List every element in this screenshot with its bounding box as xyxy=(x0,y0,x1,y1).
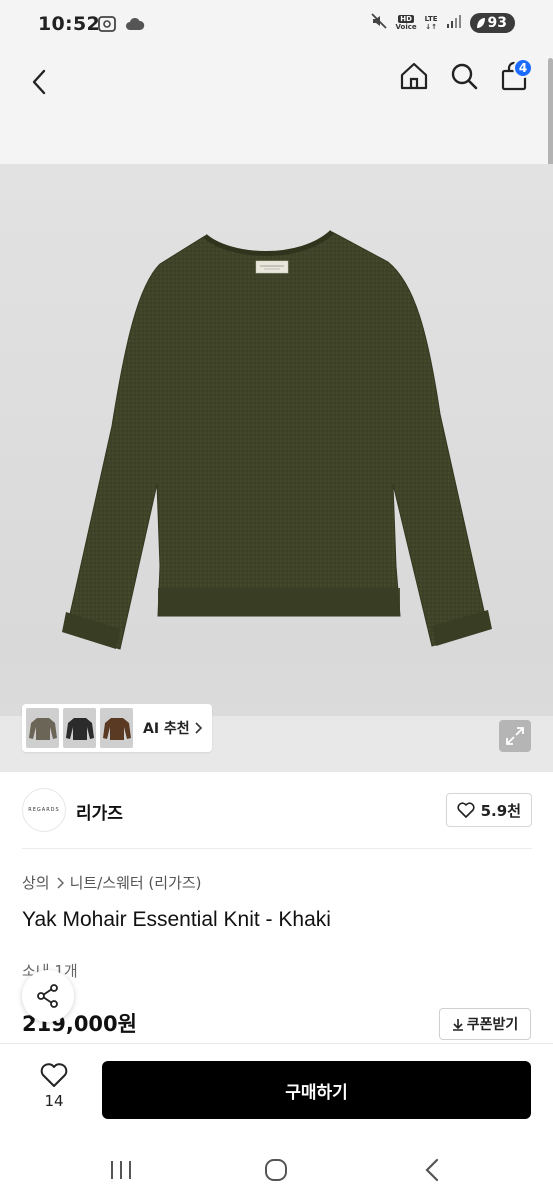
chevron-right-icon xyxy=(57,876,64,889)
expand-icon xyxy=(506,727,524,745)
coupon-label: 쿠폰받기 xyxy=(466,1017,519,1033)
back-nav-icon xyxy=(425,1158,439,1182)
chevron-right-icon xyxy=(195,722,202,734)
product-image[interactable]: AI 추천 xyxy=(0,164,553,772)
recommendation-strip[interactable]: AI 추천 xyxy=(22,704,212,752)
search-button[interactable] xyxy=(445,54,483,98)
brand-like-count: 5.9천 xyxy=(480,801,521,820)
home-nav-button[interactable] xyxy=(256,1155,296,1185)
recent-apps-button[interactable] xyxy=(101,1155,141,1185)
ai-recommend-link[interactable]: AI 추천 xyxy=(137,718,208,738)
hd-voice-badge: HD Voice xyxy=(395,15,417,31)
leaf-icon xyxy=(476,18,485,28)
brand-name[interactable]: 리가즈 xyxy=(76,799,123,824)
cart-button[interactable]: 4 xyxy=(495,54,533,98)
coupon-button[interactable]: 쿠폰받기 xyxy=(439,1008,531,1040)
brand-logo[interactable]: REGARDS xyxy=(22,788,66,832)
cloud-icon xyxy=(125,16,145,36)
home-icon xyxy=(400,62,428,90)
recent-apps-icon xyxy=(111,1161,131,1179)
screenshot-icon xyxy=(97,14,117,38)
breadcrumb: 상의 니트/스웨터 (리가즈) xyxy=(22,872,202,893)
scrollbar-thumb[interactable] xyxy=(548,58,553,166)
home-nav-icon xyxy=(265,1159,287,1181)
lte-badge: LTE ↓↑ xyxy=(424,15,438,31)
status-left-icons xyxy=(97,14,145,38)
purchase-bar: 14 구매하기 xyxy=(0,1043,553,1135)
wish-count: 14 xyxy=(44,1092,64,1110)
sweater-thumbnail xyxy=(28,718,57,740)
status-bar: 10:52 HD Voice LTE ↓↑ 93 xyxy=(0,0,553,50)
wish-button[interactable]: 14 xyxy=(28,1062,80,1110)
status-right-icons: HD Voice LTE ↓↑ 93 xyxy=(370,12,515,34)
sweater-thumbnail xyxy=(102,718,131,740)
sweater-photo xyxy=(62,230,492,650)
sweater-thumbnail xyxy=(65,718,94,740)
heart-icon xyxy=(40,1063,68,1087)
buy-button[interactable]: 구매하기 xyxy=(102,1061,531,1119)
download-icon xyxy=(452,1018,463,1031)
battery-indicator: 93 xyxy=(469,13,515,33)
breadcrumb-category[interactable]: 상의 xyxy=(22,872,50,893)
header-actions: 4 xyxy=(395,54,533,98)
brand-row: REGARDS 리가즈 5.9천 xyxy=(22,788,532,834)
cart-count-badge: 4 xyxy=(513,58,533,78)
home-button[interactable] xyxy=(395,54,433,98)
chevron-left-icon xyxy=(32,69,46,95)
mute-icon xyxy=(370,12,388,34)
product-title: Yak Mohair Essential Knit - Khaki xyxy=(22,908,331,931)
back-button[interactable] xyxy=(24,60,54,104)
status-time: 10:52 xyxy=(38,13,100,35)
brand-like-button[interactable]: 5.9천 xyxy=(445,793,532,827)
app-header: 4 xyxy=(0,50,553,164)
thumbnail-1[interactable] xyxy=(26,708,59,748)
back-nav-button[interactable] xyxy=(412,1155,452,1185)
fullscreen-button[interactable] xyxy=(499,720,531,752)
breadcrumb-subcategory[interactable]: 니트/스웨터 (리가즈) xyxy=(70,872,202,893)
ai-recommend-label: AI 추천 xyxy=(143,721,190,737)
thumbnail-2[interactable] xyxy=(63,708,96,748)
share-button[interactable] xyxy=(22,970,74,1022)
system-nav-bar xyxy=(0,1135,553,1200)
battery-level: 93 xyxy=(487,15,507,31)
signal-icon xyxy=(446,13,462,33)
search-icon xyxy=(451,63,478,90)
heart-icon xyxy=(457,802,475,818)
share-icon xyxy=(37,984,58,1008)
divider xyxy=(22,848,532,849)
thumbnail-3[interactable] xyxy=(100,708,133,748)
